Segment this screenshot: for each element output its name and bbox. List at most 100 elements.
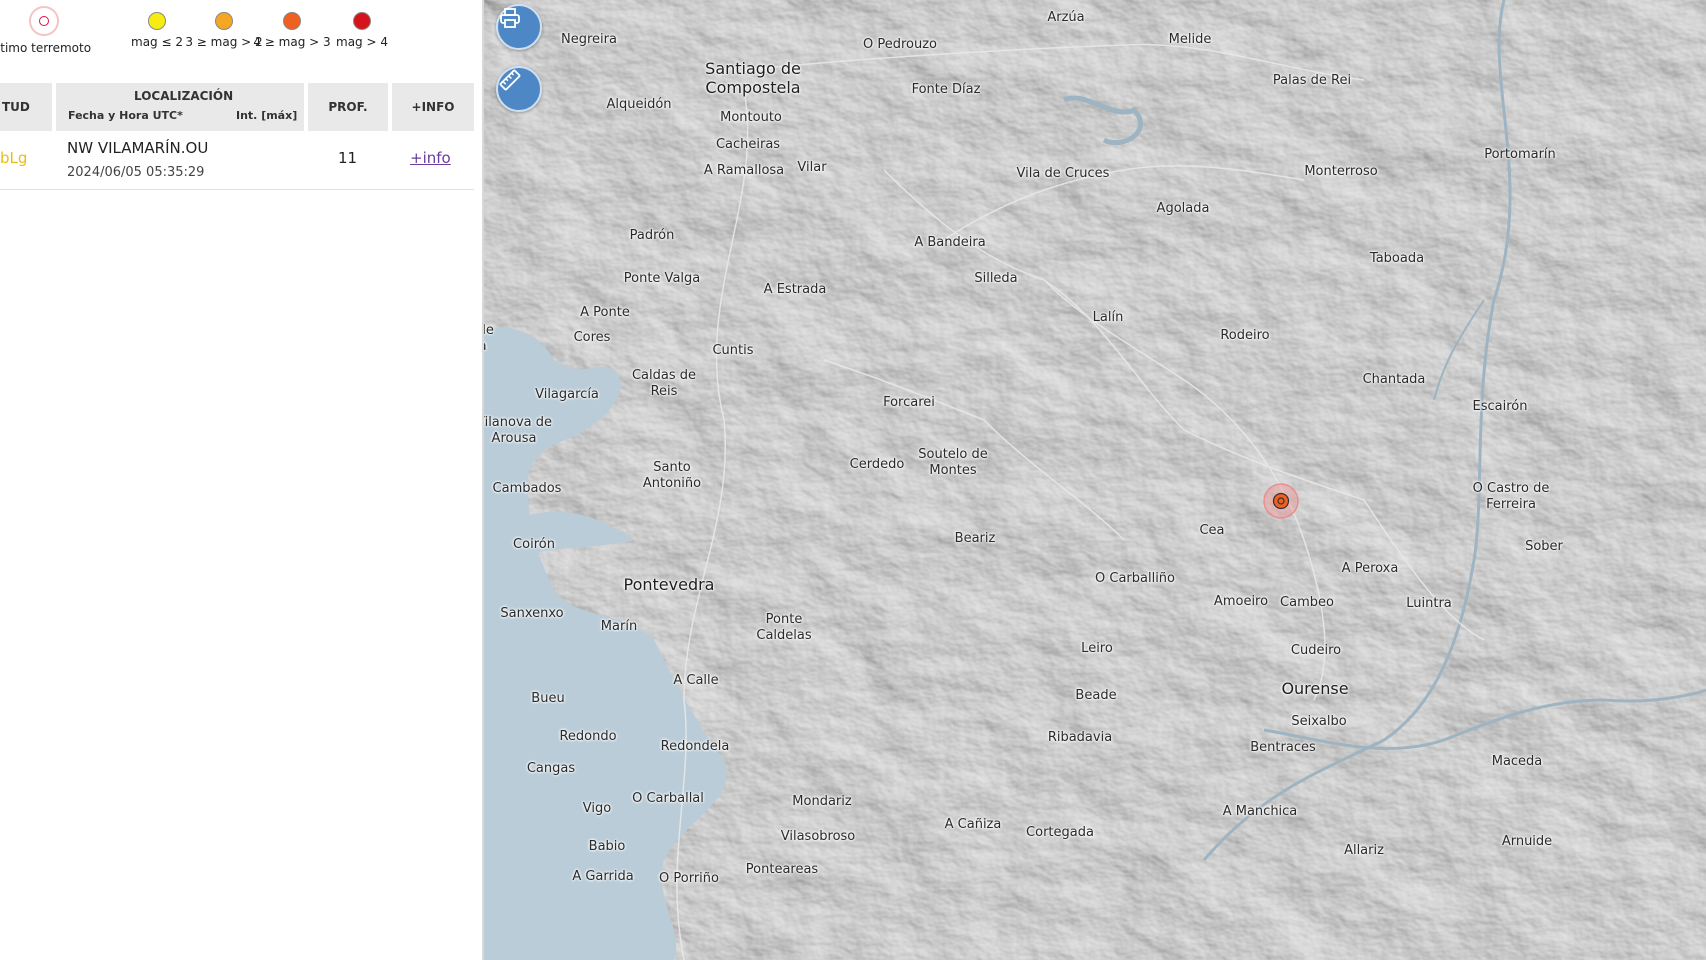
table-header: TUD LOCALIZACIÓN Fecha y Hora UTC* Int. …	[0, 83, 474, 131]
legend-label: mag > 4	[336, 35, 388, 49]
table-row[interactable]: bLg NW VILAMARÍN.OU 2024/06/05 05:35:29 …	[0, 131, 474, 190]
place-label: Padrón	[629, 228, 675, 243]
place-label: Chantada	[1362, 372, 1426, 387]
place-label: Vilagarcía	[535, 387, 599, 402]
place-label: Monterroso	[1304, 164, 1378, 179]
orange-dot-icon	[283, 12, 301, 30]
place-label: Agolada	[1156, 201, 1210, 216]
place-label: A Cañiza	[944, 817, 1002, 832]
header-datetime[interactable]: Fecha y Hora UTC*	[68, 109, 183, 122]
place-label: Arnuide	[1501, 834, 1553, 849]
place-label: A Estrada	[763, 282, 827, 297]
place-label: Caldas de Reis	[631, 368, 697, 399]
place-label: Silleda	[974, 271, 1018, 286]
earthquake-epicenter-icon	[1263, 483, 1299, 519]
place-label: O Carballiño	[1095, 571, 1175, 586]
place-label: Luintra	[1406, 596, 1452, 611]
legend-label: ltimo terremoto	[0, 41, 92, 55]
place-label: Redondo	[559, 729, 617, 744]
place-label: Sober	[1525, 539, 1563, 554]
place-label: Cangas	[526, 761, 576, 776]
place-label: O Porriño	[659, 871, 719, 886]
place-label: Bueu	[531, 691, 565, 706]
place-label: Cambeo	[1280, 595, 1334, 610]
place-label: O Pedrouzo	[862, 37, 938, 52]
map-view[interactable]: Arzúa Negreira O Pedrouzo Melide Santiago de…	[484, 0, 1706, 960]
place-label: Seixalbo	[1291, 714, 1347, 729]
place-label: Rodeiro	[1220, 328, 1270, 343]
legend-item: mag > 4	[312, 12, 412, 49]
red-dot-icon	[353, 12, 371, 30]
place-label: Allariz	[1344, 843, 1384, 858]
place-label: Mondariz	[792, 794, 852, 809]
place-label: Palas de Rei	[1272, 73, 1352, 88]
row-info-link[interactable]: +info	[410, 149, 451, 167]
place-label: A Bandeira	[914, 235, 986, 250]
place-label: O Carballal	[632, 791, 704, 806]
last-quake-marker-icon	[29, 6, 59, 36]
place-label: Vilanova de Arousa	[484, 415, 553, 446]
place-label: A Ramallosa	[703, 163, 785, 178]
legend-item: ltimo terremoto	[0, 6, 94, 55]
ruler-icon	[499, 69, 521, 91]
row-depth: 11	[338, 149, 358, 167]
place-label: A Ponte	[580, 305, 630, 320]
place-label: Cacheiras	[715, 137, 781, 152]
place-label: Cambados	[492, 481, 562, 496]
header-magnitude[interactable]: TUD	[0, 83, 52, 131]
header-intensity[interactable]: Int. [máx]	[236, 109, 297, 122]
place-label: Negreira	[561, 32, 617, 47]
place-label: A Calle	[673, 673, 719, 688]
place-label: Bentraces	[1250, 740, 1316, 755]
place-label: Cudeiro	[1290, 643, 1342, 658]
place-label: Pontevedra	[623, 574, 715, 594]
row-datetime: 2024/06/05 05:35:29	[67, 165, 205, 180]
place-label: Lalín	[1092, 310, 1124, 325]
place-label: Arzúa	[1047, 10, 1085, 25]
place-label: Vila de Cruces	[1016, 166, 1110, 181]
place-label: Fonte Díaz	[911, 82, 981, 97]
place-label: Redondela	[660, 739, 730, 754]
place-label: Vilar	[797, 160, 827, 175]
place-label: Melide	[1168, 32, 1212, 47]
place-label: Babio	[588, 839, 626, 854]
header-depth[interactable]: PROF.	[308, 83, 388, 131]
place-label: A Peroxa	[1341, 561, 1399, 576]
place-label: Coirón	[513, 537, 555, 552]
place-label: Marín	[600, 619, 638, 634]
earthquake-list-panel: ltimo terremoto mag ≤ 23 ≥ mag > 24 ≥ mag…	[0, 0, 484, 960]
place-label: Sanxenxo	[500, 606, 564, 621]
place-label: A Manchica	[1222, 804, 1298, 819]
place-label: Maceda	[1491, 754, 1543, 769]
place-label: Ribadavia	[1047, 730, 1113, 745]
printer-icon	[500, 8, 520, 28]
place-label: Vigo	[582, 801, 612, 816]
place-label: Boiro de Arriba	[484, 323, 494, 354]
row-location[interactable]: NW VILAMARÍN.OU	[67, 139, 208, 157]
place-label: Ponte Valga	[623, 271, 701, 286]
place-label: Beariz	[954, 531, 996, 546]
place-label: Cerdedo	[849, 457, 905, 472]
place-label: Santiago de Compostela	[705, 58, 801, 97]
measure-button[interactable]	[496, 66, 542, 112]
place-label: Cores	[573, 330, 611, 345]
place-label: Escairón	[1472, 399, 1528, 414]
header-location-group: LOCALIZACIÓN Fecha y Hora UTC* Int. [máx…	[56, 83, 304, 131]
place-label: O Castro de Ferreira	[1472, 481, 1550, 512]
place-label: Amoeiro	[1213, 594, 1269, 609]
place-label: Cea	[1199, 523, 1225, 538]
place-label: A Garrida	[572, 869, 634, 884]
place-label: Cortegada	[1026, 825, 1094, 840]
place-label: Beade	[1075, 688, 1117, 703]
amber-dot-icon	[215, 12, 233, 30]
header-info: +INFO	[392, 83, 474, 131]
place-label: Montouto	[720, 110, 782, 125]
row-magnitude-type: bLg	[0, 149, 28, 167]
place-label: Santo Antoniño	[642, 460, 702, 491]
print-button[interactable]	[496, 4, 542, 50]
header-location[interactable]: LOCALIZACIÓN	[134, 89, 233, 103]
place-label: Soutelo de Montes	[918, 447, 988, 478]
place-label: Ponte Caldelas	[756, 612, 812, 643]
place-label: Cuntis	[712, 343, 754, 358]
place-label: Ponteareas	[745, 862, 819, 877]
